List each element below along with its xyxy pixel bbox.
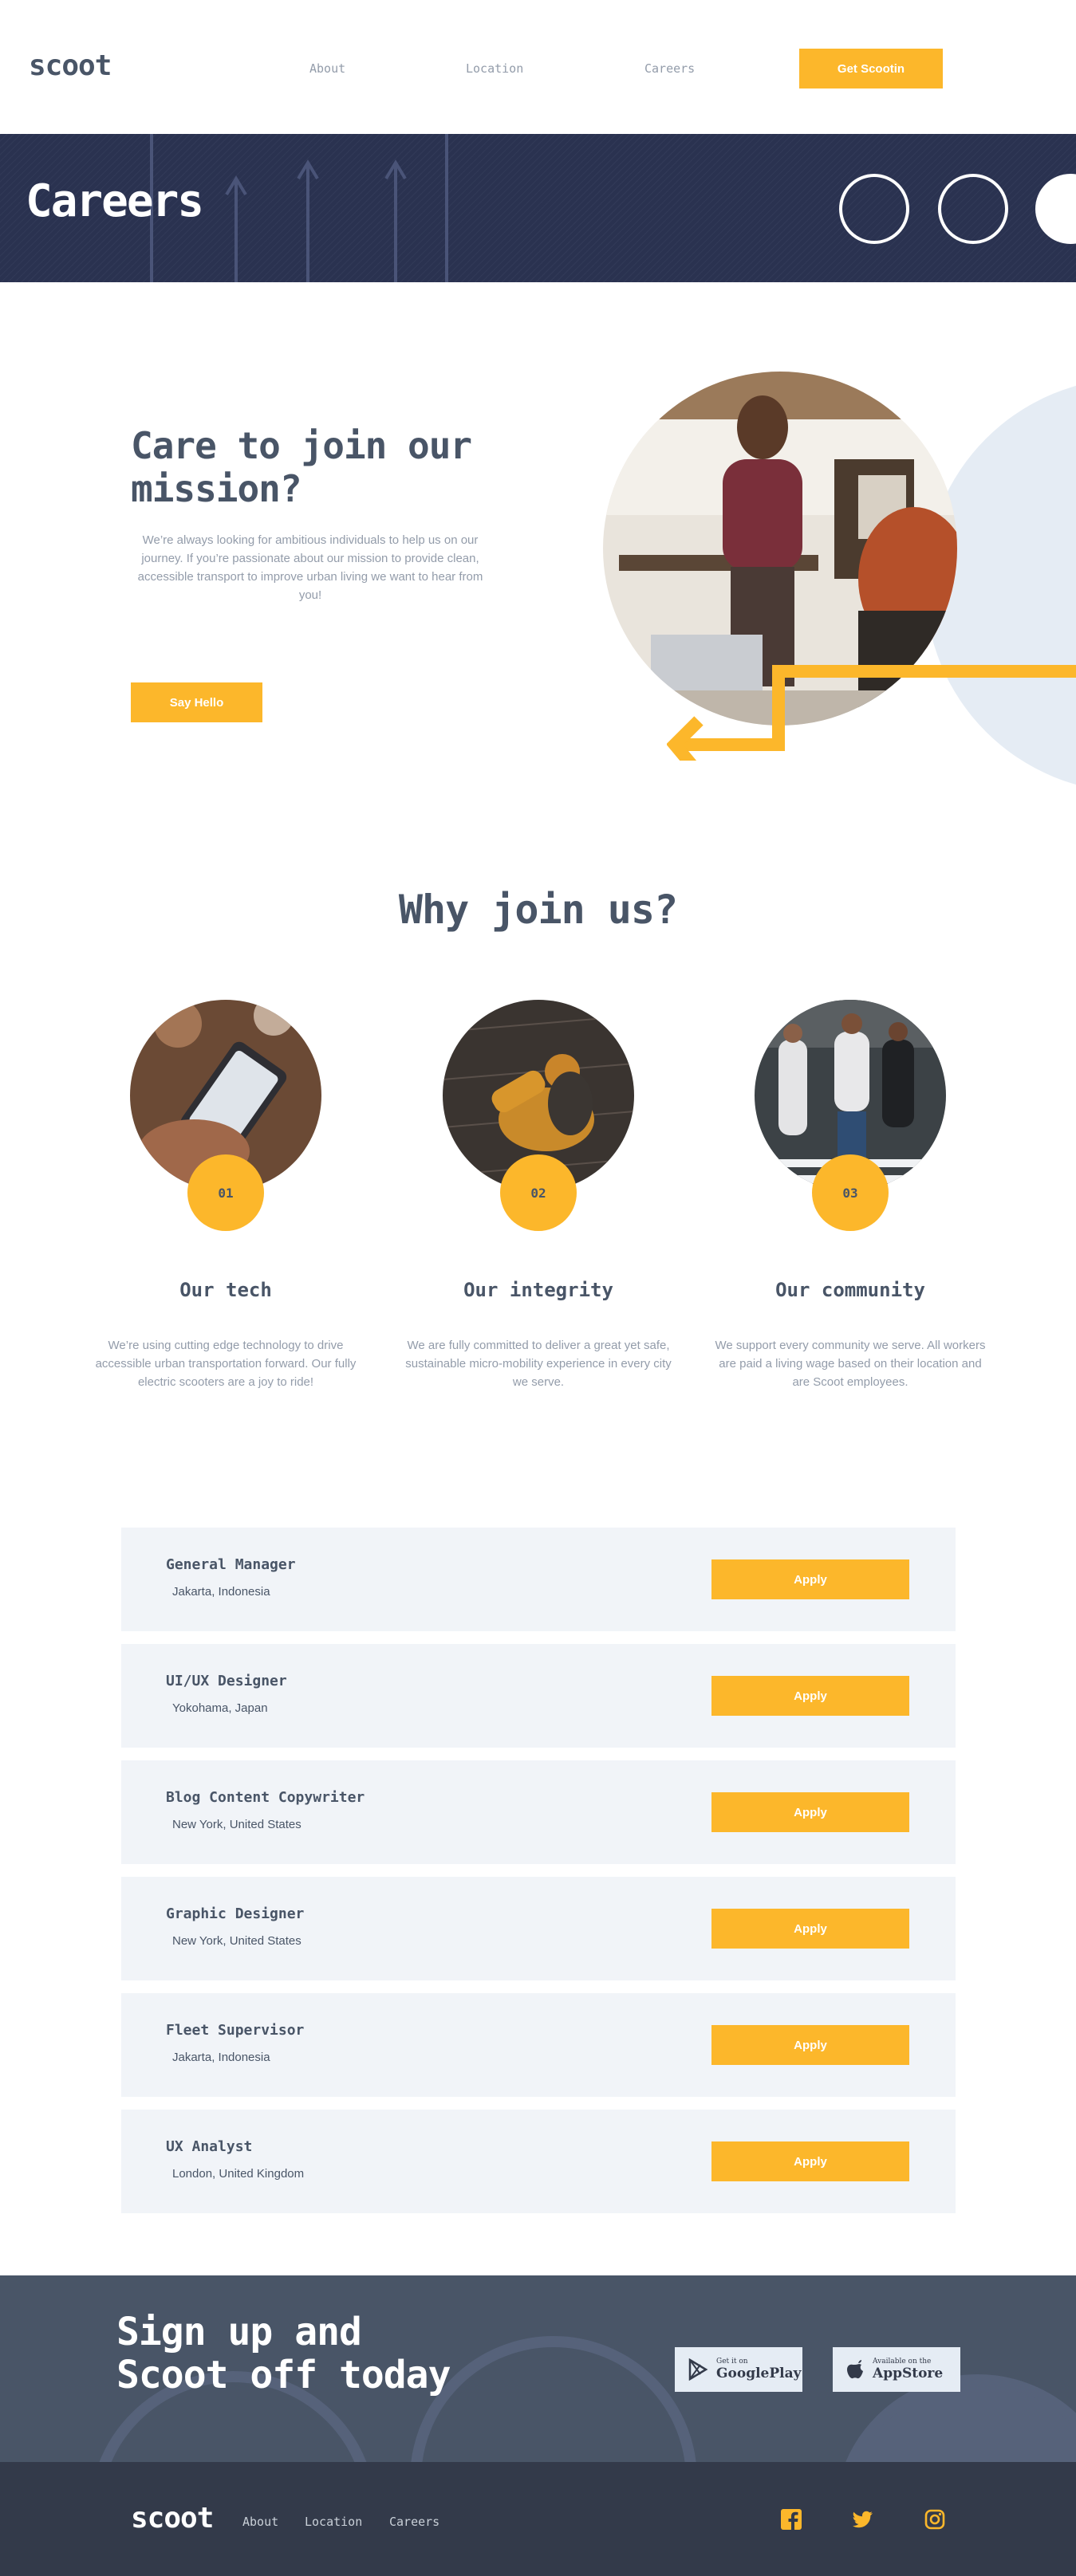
job-location: Jakarta, Indonesia	[172, 2051, 270, 2064]
job-location: Jakarta, Indonesia	[172, 1585, 270, 1599]
page-title: Careers	[26, 175, 204, 227]
apply-button[interactable]: Apply	[711, 2025, 909, 2065]
job-listing: Blog Content Copywriter New York, United…	[121, 1760, 956, 1864]
google-play-button[interactable]: Get it on GooglePlay	[675, 2347, 802, 2392]
job-location: London, United Kingdom	[172, 2167, 305, 2181]
signup-banner: Sign up and Scoot off today Get it on Go…	[0, 2275, 1076, 2462]
feature-title: Our tech	[179, 1279, 272, 1301]
apply-button[interactable]: Apply	[711, 1559, 909, 1599]
store-caption: Available on the	[873, 2358, 932, 2366]
job-title: Blog Content Copywriter	[166, 1789, 365, 1806]
store-name: AppStore	[873, 2366, 944, 2381]
feature-text: We support every community we serve. All…	[715, 1339, 986, 1389]
mission-title: Care to join our mission?	[131, 424, 472, 510]
nav-location[interactable]: Location	[466, 61, 523, 76]
feature-number-badge: 03	[812, 1154, 889, 1231]
banner-ring-decoration	[938, 174, 1008, 244]
job-listing: Fleet Supervisor Jakarta, Indonesia Appl…	[121, 1993, 956, 2097]
job-listing: General Manager Jakarta, Indonesia Apply	[121, 1528, 956, 1631]
job-title: UX Analyst	[166, 2138, 253, 2155]
footer-nav-location[interactable]: Location	[305, 2515, 362, 2529]
store-caption: Get it on	[716, 2358, 748, 2366]
job-listing: UI/UX Designer Yokohama, Japan Apply	[121, 1644, 956, 1748]
feature-number-badge: 02	[500, 1154, 577, 1231]
app-store-button[interactable]: Available on the AppStore	[833, 2347, 960, 2392]
instagram-icon[interactable]	[924, 2508, 946, 2531]
feature-card: 01 Our tech We’re using cutting edge tec…	[90, 1000, 361, 1391]
job-list: General Manager Jakarta, Indonesia Apply…	[121, 1528, 956, 2226]
footer-nav-about[interactable]: About	[242, 2515, 278, 2529]
apply-button[interactable]: Apply	[711, 1792, 909, 1832]
store-name: GooglePlay	[716, 2366, 802, 2381]
feature-title: Our integrity	[463, 1279, 613, 1301]
mission-text: We’re always looking for ambitious indiv…	[137, 533, 483, 602]
why-title: Why join us?	[398, 887, 678, 933]
job-title: General Manager	[166, 1556, 296, 1573]
feature-text: We’re using cutting edge technology to d…	[95, 1339, 357, 1389]
apply-button[interactable]: Apply	[711, 1909, 909, 1949]
footer-nav-careers[interactable]: Careers	[389, 2515, 439, 2529]
nav-about[interactable]: About	[309, 61, 345, 76]
job-location: Yokohama, Japan	[172, 1701, 268, 1715]
page-banner: Careers	[0, 134, 1076, 282]
footer-logo[interactable]: scoot	[131, 2502, 214, 2535]
feature-card: 02 Our integrity We are fully committed …	[403, 1000, 674, 1391]
nav-careers[interactable]: Careers	[644, 61, 695, 76]
signup-title: Sign up and Scoot off today	[116, 2310, 451, 2397]
logo[interactable]: scoot	[29, 49, 112, 82]
mission-section: Care to join our mission? We’re always l…	[0, 282, 1076, 832]
job-location: New York, United States	[172, 1818, 302, 1831]
job-title: UI/UX Designer	[166, 1673, 287, 1689]
facebook-icon[interactable]	[780, 2508, 802, 2531]
feature-number-badge: 01	[187, 1154, 264, 1231]
job-listing: Graphic Designer New York, United States…	[121, 1877, 956, 1980]
arrow-decoration	[667, 665, 1076, 761]
apply-button[interactable]: Apply	[711, 1676, 909, 1716]
apple-icon	[847, 2360, 863, 2379]
twitter-icon[interactable]	[852, 2508, 874, 2531]
job-listing: UX Analyst London, United Kingdom Apply	[121, 2110, 956, 2213]
banner-ring-decoration	[839, 174, 909, 244]
say-hello-button[interactable]: Say Hello	[131, 682, 262, 722]
site-header: scoot About Location Careers Get Scootin	[0, 0, 1076, 134]
site-footer: scoot About Location Careers	[0, 2462, 1076, 2576]
signup-title-line: Sign up and	[116, 2310, 362, 2354]
job-title: Fleet Supervisor	[166, 2022, 305, 2039]
google-play-icon	[688, 2358, 708, 2381]
get-scootin-button[interactable]: Get Scootin	[799, 49, 943, 88]
job-title: Graphic Designer	[166, 1905, 305, 1922]
feature-card: 03 Our community We support every commun…	[715, 1000, 986, 1391]
feature-title: Our community	[775, 1279, 925, 1301]
job-location: New York, United States	[172, 1934, 302, 1948]
feature-text: We are fully committed to deliver a grea…	[405, 1339, 672, 1389]
ring-decoration	[410, 2336, 697, 2462]
apply-button[interactable]: Apply	[711, 2141, 909, 2181]
signup-title-line: Scoot off today	[116, 2353, 451, 2397]
